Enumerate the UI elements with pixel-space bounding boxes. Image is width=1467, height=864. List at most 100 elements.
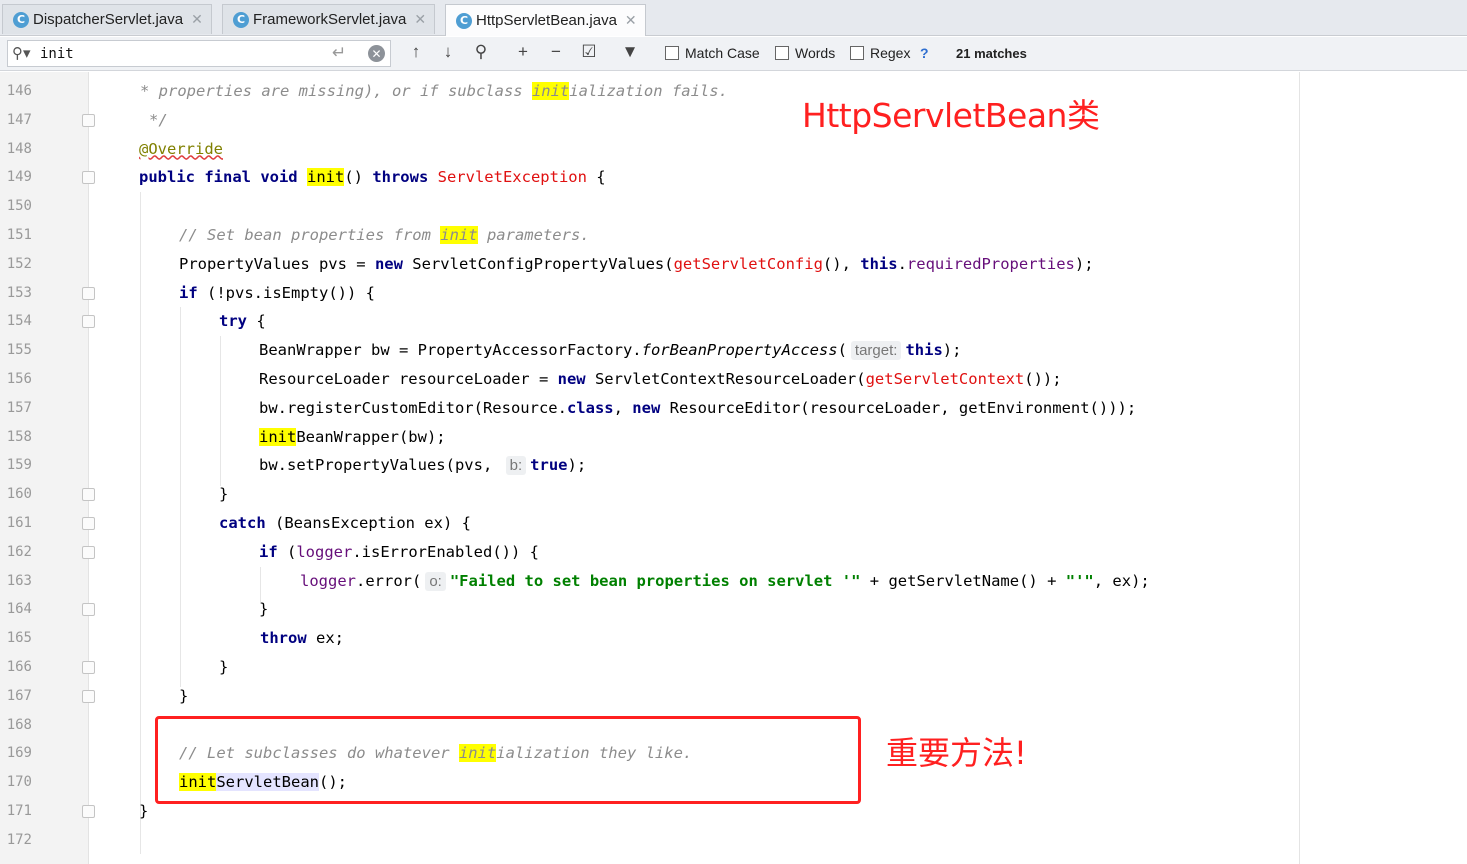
filter-icon[interactable]: ▼ xyxy=(619,42,641,62)
fold-marker-icon[interactable] xyxy=(82,689,95,703)
search-match: init xyxy=(259,427,297,446)
close-icon[interactable]: ✕ xyxy=(625,12,637,29)
line-number: 159 xyxy=(6,457,32,474)
fold-marker-icon[interactable] xyxy=(82,286,95,300)
match-case-label: Match Case xyxy=(685,45,760,61)
match-case-checkbox[interactable]: Match Case xyxy=(665,45,760,61)
code-fragment: } xyxy=(139,802,149,820)
code-line: 152 PropertyValues pvs = new ServletConf… xyxy=(0,250,1467,279)
regex-label: Regex xyxy=(870,45,911,61)
comment-text: // Set bean properties from xyxy=(179,226,441,244)
parameter-hint: target: xyxy=(850,341,902,361)
code-fragment: { xyxy=(247,312,266,331)
code-line: 155 BeanWrapper bw = PropertyAccessorFac… xyxy=(0,336,1467,365)
close-icon[interactable]: ✕ xyxy=(191,11,203,28)
method-call: forBeanPropertyAccess xyxy=(641,341,838,360)
code-line: 151 // Set bean properties from init par… xyxy=(0,221,1467,250)
annotation-text: @Override xyxy=(139,139,223,158)
fold-marker-icon[interactable] xyxy=(82,805,95,818)
code-line: 156 ResourceLoader resourceLoader = new … xyxy=(0,365,1467,394)
match-count: 21 matches xyxy=(956,46,1027,61)
code-fragment: ServletConfigPropertyValues( xyxy=(402,254,674,273)
search-match: init xyxy=(440,226,478,244)
code-fragment: { xyxy=(586,168,606,187)
comment-text: ialization fails. xyxy=(569,82,728,100)
annotation-important: 重要方法! xyxy=(886,734,1027,772)
fold-marker-icon[interactable] xyxy=(82,545,95,559)
code-text: if (logger.isErrorEnabled()) { xyxy=(259,538,539,567)
code-fragment: ( xyxy=(277,542,297,561)
keyword: if xyxy=(259,542,278,561)
code-line: 153 if (!pvs.isEmpty()) { xyxy=(0,279,1467,308)
line-number: 169 xyxy=(6,745,32,762)
line-number: 170 xyxy=(6,774,32,791)
code-fragment: ); xyxy=(567,456,587,475)
remove-selection-icon[interactable]: − xyxy=(545,42,567,62)
code-fragment: BeanWrapper(bw); xyxy=(296,427,446,446)
search-icon[interactable]: ⚲▾ xyxy=(12,44,31,62)
code-fragment: ); xyxy=(942,341,962,360)
words-checkbox[interactable]: Words xyxy=(775,45,835,61)
code-text: throw ex; xyxy=(260,624,344,653)
fold-marker-icon[interactable] xyxy=(82,517,95,530)
search-match: init xyxy=(531,82,570,100)
checkbox-box[interactable] xyxy=(775,46,789,60)
add-selection-icon[interactable]: + xyxy=(512,42,534,62)
code-line: 159 bw.setPropertyValues(pvs, b: true); xyxy=(0,451,1467,480)
line-number: 149 xyxy=(6,169,32,186)
fold-marker-icon[interactable] xyxy=(82,171,95,185)
checkbox-box[interactable] xyxy=(665,46,679,60)
previous-occurrence-icon[interactable]: ↑ xyxy=(405,42,427,62)
line-number: 154 xyxy=(6,313,32,330)
code-line: 167 } xyxy=(0,682,1467,711)
comment-text: */ xyxy=(149,110,168,129)
keyword: this xyxy=(905,341,943,360)
tab-dispatcherservlet[interactable]: C DispatcherServlet.java ✕ xyxy=(2,4,212,34)
select-all-occurrences-icon[interactable]: ☑ xyxy=(578,42,600,62)
line-number: 155 xyxy=(6,342,32,359)
line-number: 162 xyxy=(6,543,32,560)
code-line: 163 logger.error(o: "Failed to set bean p… xyxy=(0,567,1467,596)
fold-marker-icon[interactable] xyxy=(82,661,95,674)
regex-help-link[interactable]: ? xyxy=(920,45,929,61)
parameter-hint: b: xyxy=(505,456,527,476)
line-number: 160 xyxy=(6,486,32,503)
tab-httpservletbean[interactable]: C HttpServletBean.java ✕ xyxy=(445,4,646,36)
tab-frameworkservlet[interactable]: C FrameworkServlet.java ✕ xyxy=(222,4,436,34)
regex-checkbox[interactable]: Regex xyxy=(850,45,910,61)
code-line: 150 xyxy=(0,192,1467,221)
code-text: bw.registerCustomEditor(Resource.class, … xyxy=(259,394,1136,423)
code-line: 149 public final void init() throws Serv… xyxy=(0,163,1467,192)
code-fragment: } xyxy=(219,485,229,504)
clear-search-icon[interactable]: ✕ xyxy=(368,45,385,62)
line-number: 148 xyxy=(6,140,32,157)
tab-label: DispatcherServlet.java xyxy=(33,11,184,28)
fold-marker-icon[interactable] xyxy=(82,488,95,502)
close-icon[interactable]: ✕ xyxy=(414,11,426,28)
search-box: ⚲▾ ↵ ✕ xyxy=(7,40,391,67)
code-text: BeanWrapper bw = PropertyAccessorFactory… xyxy=(259,336,961,366)
next-occurrence-icon[interactable]: ↓ xyxy=(437,42,459,62)
fold-marker-icon[interactable] xyxy=(82,603,95,617)
code-fragment: (), xyxy=(822,254,861,273)
code-line: 161 catch (BeansException ex) { xyxy=(0,509,1467,538)
fold-marker-icon[interactable] xyxy=(82,113,95,127)
code-text: * properties are missing), or if subclas… xyxy=(140,77,728,106)
code-fragment: , ex); xyxy=(1093,571,1150,590)
code-fragment: , xyxy=(613,398,633,417)
method-call: getServletConfig xyxy=(673,254,823,273)
java-class-icon: C xyxy=(456,12,472,29)
line-number: 152 xyxy=(6,255,32,272)
field-ref: requiredProperties xyxy=(906,254,1075,273)
line-number: 153 xyxy=(6,284,32,301)
code-line: 146 * properties are missing), or if sub… xyxy=(0,77,1467,106)
find-all-icon[interactable]: ⚲ xyxy=(470,42,492,62)
search-input[interactable] xyxy=(40,44,320,64)
fold-marker-icon[interactable] xyxy=(82,315,95,329)
code-fragment: BeanWrapper bw = PropertyAccessorFactory… xyxy=(259,341,642,360)
annotation-title: HttpServletBean类 xyxy=(802,96,1100,135)
keyword: this xyxy=(860,254,898,273)
code-line: 162 if (logger.isErrorEnabled()) { xyxy=(0,538,1467,567)
code-line: 148 @Override xyxy=(0,135,1467,164)
checkbox-box[interactable] xyxy=(850,46,864,60)
